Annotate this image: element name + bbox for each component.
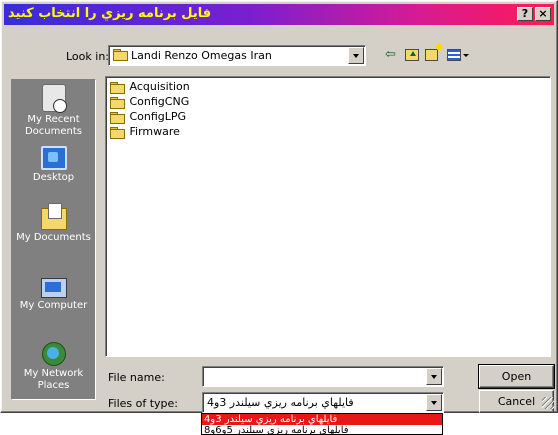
folder-icon: [110, 111, 125, 124]
lookin-label: Look in:: [66, 50, 109, 63]
back-arrow-icon[interactable]: ⇦: [385, 46, 396, 64]
file-name: Acquisition: [129, 80, 190, 93]
chevron-down-icon[interactable]: [348, 47, 364, 64]
place-label: My Documents: [16, 232, 91, 243]
window-title: فايل برنامه ريزي را انتخاب كنيد: [8, 6, 212, 21]
place-label: My Computer: [19, 300, 88, 311]
list-item[interactable]: Firmware: [110, 125, 180, 139]
place-label: Desktop: [32, 172, 75, 183]
close-button[interactable]: ×: [535, 7, 551, 21]
lookin-value: Landi Renzo Omegas Iran: [131, 49, 272, 62]
folder-icon: [110, 81, 125, 94]
filetype-select[interactable]: فايلهاي برنامه ريزي سيلندر 3و4: [202, 392, 444, 413]
view-dropdown-arrow-icon[interactable]: [463, 54, 469, 57]
open-file-dialog: فايل برنامه ريزي را انتخاب كنيد ? × Look…: [0, 0, 558, 413]
list-item[interactable]: ConfigLPG: [110, 110, 186, 124]
folder-icon: [110, 126, 125, 139]
help-button[interactable]: ?: [517, 7, 533, 21]
resize-grip[interactable]: [542, 397, 554, 409]
place-my-documents[interactable]: My Documents: [12, 203, 95, 244]
new-folder-icon[interactable]: [425, 49, 438, 61]
filetype-dropdown-list[interactable]: فايلهاي برنامه ريزي سيلندر 3و4 فايلهاي ب…: [201, 413, 443, 435]
folder-icon: [110, 96, 125, 109]
filetype-value: فايلهاي برنامه ريزي سيلندر 3و4: [207, 396, 354, 409]
open-button[interactable]: Open: [478, 364, 555, 389]
filename-input[interactable]: [202, 366, 444, 387]
filetype-label: Files of type:: [108, 397, 179, 410]
network-places-icon: [41, 342, 66, 366]
my-documents-icon: [40, 203, 67, 230]
filename-label: File name:: [108, 371, 165, 384]
places-bar: My Recent Documents Desktop My Documents…: [11, 79, 96, 400]
place-network[interactable]: My Network Places: [12, 342, 95, 392]
chevron-down-icon[interactable]: [426, 394, 442, 411]
my-computer-icon: [40, 278, 67, 298]
up-folder-icon[interactable]: [405, 49, 419, 61]
file-list[interactable]: Acquisition ConfigCNG ConfigLPG Firmware: [105, 76, 551, 357]
dropdown-option[interactable]: فايلهاي برنامه ريزي سيلندر 5و6و8: [202, 425, 442, 434]
recent-documents-icon: [41, 84, 67, 113]
chevron-down-icon[interactable]: [426, 368, 442, 385]
lookin-combo[interactable]: Landi Renzo Omegas Iran: [108, 45, 366, 66]
place-label: My Network Places: [23, 368, 84, 391]
dropdown-option-selected[interactable]: فايلهاي برنامه ريزي سيلندر 3و4: [202, 414, 442, 425]
folder-icon: [113, 49, 128, 61]
view-menu-icon[interactable]: [447, 49, 461, 61]
place-my-computer[interactable]: My Computer: [12, 278, 95, 312]
file-name: ConfigCNG: [129, 95, 190, 108]
desktop-icon: [40, 146, 67, 170]
file-name: Firmware: [129, 125, 180, 138]
place-label: My Recent Documents: [24, 114, 83, 137]
file-name: ConfigLPG: [129, 110, 187, 123]
list-item[interactable]: Acquisition: [110, 80, 190, 94]
place-desktop[interactable]: Desktop: [12, 146, 95, 184]
title-bar[interactable]: فايل برنامه ريزي را انتخاب كنيد ? ×: [4, 4, 554, 25]
place-recent-documents[interactable]: My Recent Documents: [12, 84, 95, 138]
list-item[interactable]: ConfigCNG: [110, 95, 189, 109]
